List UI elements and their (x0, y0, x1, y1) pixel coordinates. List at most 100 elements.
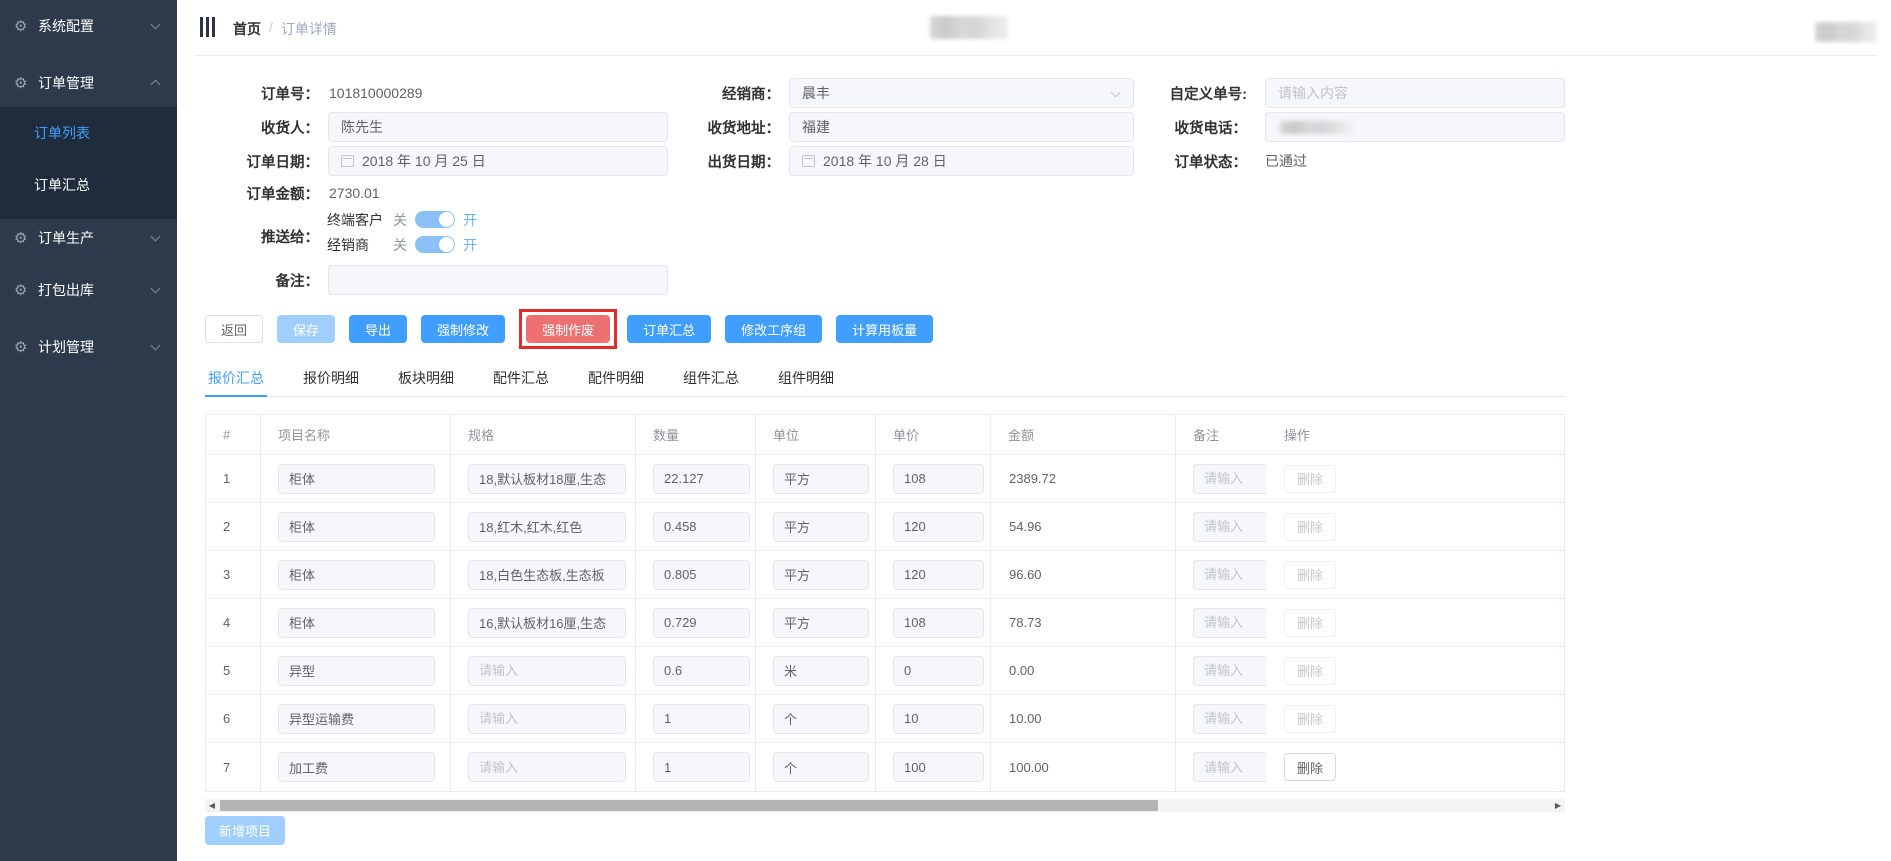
delete-button[interactable]: 删除 (1284, 513, 1336, 541)
tab-2[interactable]: 板块明细 (395, 360, 457, 397)
quantity-input[interactable] (653, 704, 750, 734)
delete-button[interactable]: 删除 (1284, 609, 1336, 637)
quantity-input[interactable] (653, 656, 750, 686)
toolbar-button-6[interactable]: 修改工序组 (725, 315, 822, 343)
delete-button[interactable]: 删除 (1284, 465, 1336, 493)
delete-button[interactable]: 删除 (1284, 657, 1336, 685)
tab-1[interactable]: 报价明细 (300, 360, 362, 397)
receiver-field: 收货人： (177, 112, 668, 142)
unit-price-input[interactable] (893, 512, 984, 542)
custom-no-input[interactable] (1265, 78, 1565, 108)
item-name-input[interactable] (278, 656, 435, 686)
quantity-input[interactable] (653, 560, 750, 590)
toggle-on-label: 开 (463, 235, 477, 255)
item-name-input[interactable] (278, 704, 435, 734)
quantity-input[interactable] (653, 752, 750, 782)
ship-date-picker[interactable]: 2018 年 10 月 28 日 (789, 146, 1134, 176)
toolbar-button-5[interactable]: 订单汇总 (627, 315, 711, 343)
delete-button[interactable]: 删除 (1284, 561, 1336, 589)
spec-input[interactable] (468, 704, 626, 734)
breadcrumb-home[interactable]: 首页 (233, 19, 261, 39)
hamburger-menu-icon[interactable] (200, 17, 220, 37)
spec-input[interactable] (468, 608, 626, 638)
sidebar-subitem-order-list[interactable]: 订单列表 (0, 107, 177, 159)
tab-3[interactable]: 配件汇总 (490, 360, 552, 397)
unit-input[interactable] (773, 512, 869, 542)
tab-6[interactable]: 组件明细 (775, 360, 837, 397)
unit-input[interactable] (773, 464, 869, 494)
scroll-right-arrow[interactable]: ▶ (1551, 799, 1565, 812)
quantity-input[interactable] (653, 512, 750, 542)
sidebar-item-order-management[interactable]: ⚙ 订单管理 (0, 65, 177, 101)
phone-input[interactable] (1265, 112, 1565, 142)
toolbar-button-7[interactable]: 计算用板量 (836, 315, 933, 343)
amount-value: 2389.72 (1008, 471, 1056, 486)
cell-amount: 2389.72 (991, 455, 1176, 502)
sidebar-item-order-production[interactable]: ⚙ 订单生产 (0, 220, 177, 256)
spec-input[interactable] (468, 752, 626, 782)
spec-input[interactable] (468, 464, 626, 494)
unit-input[interactable] (773, 752, 869, 782)
quantity-input[interactable] (653, 608, 750, 638)
amount-value: 96.60 (1008, 567, 1042, 582)
amount-value: 54.96 (1008, 519, 1042, 534)
unit-input[interactable] (773, 608, 869, 638)
delete-button[interactable]: 删除 (1284, 705, 1336, 733)
scrollbar-thumb[interactable] (220, 800, 1158, 811)
item-name-input[interactable] (278, 512, 435, 542)
unit-input[interactable] (773, 704, 869, 734)
tab-4[interactable]: 配件明细 (585, 360, 647, 397)
cell-index: 3 (206, 551, 261, 598)
spec-input[interactable] (468, 656, 626, 686)
remark-field: 备注： (177, 265, 668, 295)
terminal-customer-toggle[interactable] (415, 211, 455, 228)
unit-price-input[interactable] (893, 560, 984, 590)
red-annotation-box: 强制作废 (519, 309, 617, 349)
unit-price-input[interactable] (893, 656, 984, 686)
unit-price-input[interactable] (893, 752, 984, 782)
item-name-input[interactable] (278, 464, 435, 494)
tab-5[interactable]: 组件汇总 (680, 360, 742, 397)
spec-input[interactable] (468, 560, 626, 590)
item-name-input[interactable] (278, 608, 435, 638)
custom-no-label: 自定义单号: (1107, 83, 1247, 104)
toolbar-button-1[interactable]: 保存 (277, 315, 335, 343)
item-name-input[interactable] (278, 560, 435, 590)
header-cell-price: 单价 (876, 415, 991, 454)
horizontal-scrollbar[interactable]: ◀ ▶ (205, 799, 1565, 812)
address-input[interactable] (789, 112, 1134, 142)
spec-input[interactable] (468, 512, 626, 542)
add-item-button[interactable]: 新增项目 (205, 816, 285, 845)
unit-input[interactable] (773, 656, 869, 686)
gear-icon: ⚙ (14, 17, 34, 35)
delete-button[interactable]: 删除 (1284, 753, 1336, 781)
toolbar-button-2[interactable]: 导出 (349, 315, 407, 343)
toolbar-button-3[interactable]: 强制修改 (421, 315, 505, 343)
order-date-picker[interactable]: 2018 年 10 月 25 日 (328, 146, 668, 176)
receiver-input[interactable] (328, 112, 668, 142)
unit-price-input[interactable] (893, 464, 984, 494)
unit-input[interactable] (773, 560, 869, 590)
scroll-left-arrow[interactable]: ◀ (205, 799, 219, 812)
sidebar-item-plan-management[interactable]: ⚙ 计划管理 (0, 329, 177, 365)
push-label: 推送给： (177, 226, 319, 247)
dealer-select[interactable]: 晨丰 (789, 78, 1134, 108)
address-field: 收货地址： (632, 112, 1134, 142)
sidebar-item-system-config[interactable]: ⚙ 系统配置 (0, 8, 177, 44)
sidebar-item-packing-outbound[interactable]: ⚙ 打包出库 (0, 272, 177, 308)
order-status-label: 订单状态： (1107, 151, 1247, 172)
cell-qty (636, 455, 756, 502)
sidebar-subitem-order-summary[interactable]: 订单汇总 (0, 159, 177, 211)
quantity-input[interactable] (653, 464, 750, 494)
toolbar-button-0[interactable]: 返回 (205, 315, 263, 343)
toolbar-button-4[interactable]: 强制作废 (526, 315, 610, 343)
gear-icon: ⚙ (14, 74, 34, 92)
dealer-toggle[interactable] (415, 236, 455, 253)
item-name-input[interactable] (278, 752, 435, 782)
ship-date-field: 出货日期： 2018 年 10 月 28 日 (632, 146, 1134, 176)
cell-unit (756, 551, 876, 598)
remark-input[interactable] (328, 265, 668, 295)
unit-price-input[interactable] (893, 608, 984, 638)
tab-0[interactable]: 报价汇总 (205, 360, 267, 397)
unit-price-input[interactable] (893, 704, 984, 734)
